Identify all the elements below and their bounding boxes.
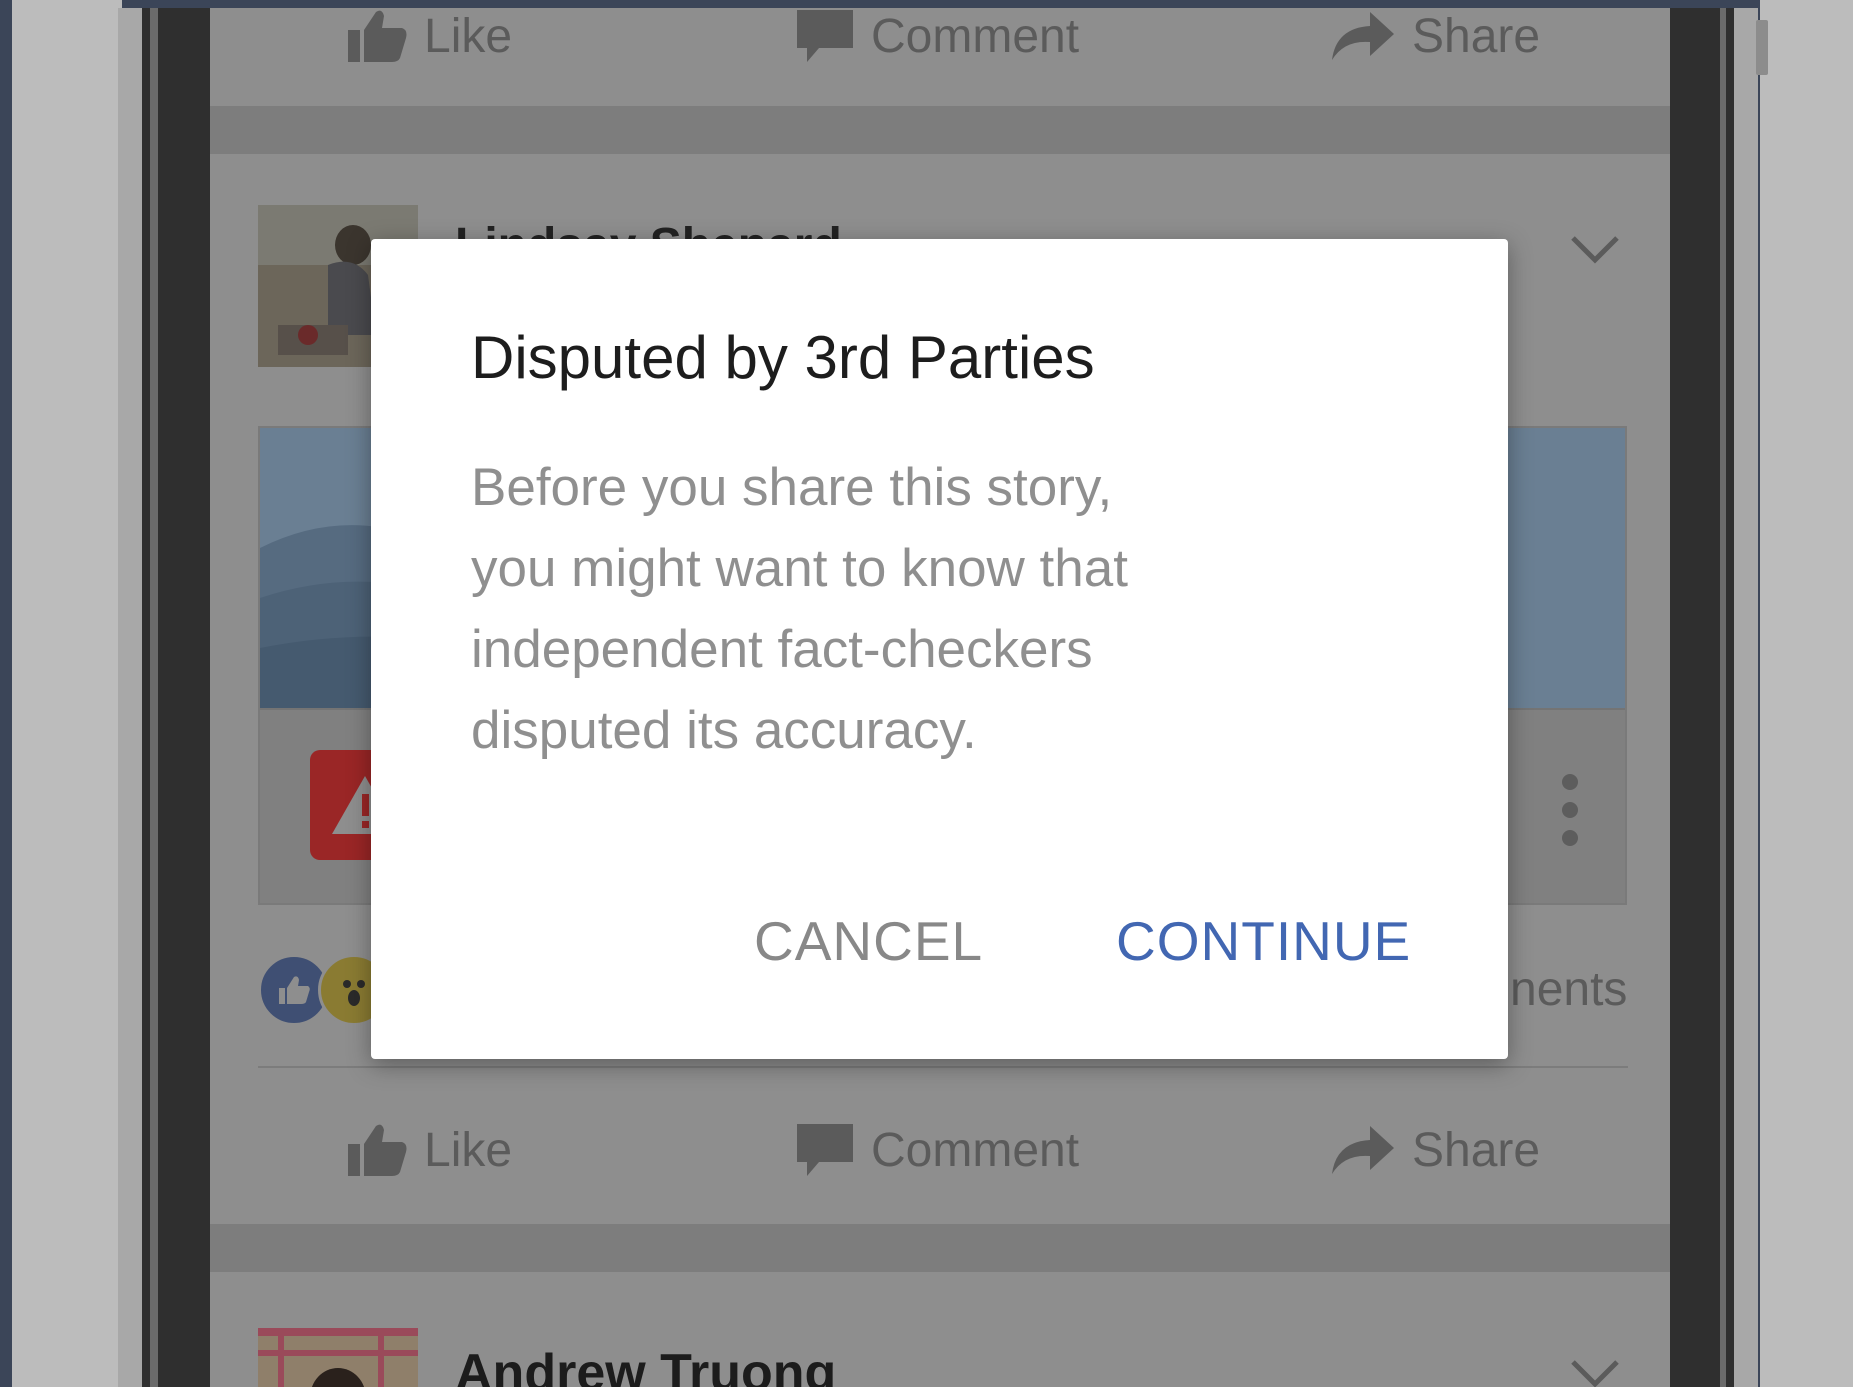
comment-button[interactable]: Comment bbox=[795, 1110, 1079, 1190]
chevron-down-icon bbox=[1571, 236, 1619, 264]
thumbs-up-icon bbox=[348, 1124, 407, 1176]
comments-count[interactable]: nents bbox=[1510, 962, 1627, 1017]
comment-label: Comment bbox=[871, 9, 1080, 63]
dialog-message-line: independent fact-checkers bbox=[471, 620, 1093, 679]
feed-separator bbox=[210, 106, 1670, 154]
post-action-bar: Like Comment Share bbox=[210, 1110, 1670, 1190]
avatar-photo bbox=[258, 1328, 418, 1387]
divider bbox=[258, 1066, 1628, 1068]
dialog-message-line: you might want to know that bbox=[471, 539, 1128, 598]
continue-button[interactable]: CONTINUE bbox=[1116, 909, 1411, 973]
background-strip-left bbox=[0, 0, 12, 1387]
phone-bezel-edge bbox=[150, 8, 158, 1387]
backdrop-left bbox=[12, 0, 122, 1387]
background-strip-top bbox=[0, 0, 1853, 8]
like-label: Like bbox=[424, 9, 513, 63]
comment-bubble-icon bbox=[797, 10, 853, 62]
comment-bubble-icon bbox=[797, 1124, 853, 1176]
feed-separator bbox=[210, 1224, 1670, 1272]
share-arrow-icon bbox=[1332, 1126, 1394, 1174]
dialog-message: Before you share this story, you might w… bbox=[471, 447, 1251, 771]
top-action-bar: Like Comment Share bbox=[210, 8, 1670, 76]
kebab-menu-icon[interactable] bbox=[1560, 774, 1580, 858]
post-author[interactable]: Andrew Truong bbox=[455, 1343, 836, 1387]
share-arrow-icon bbox=[1332, 12, 1394, 60]
thumbs-up-icon bbox=[348, 10, 407, 63]
like-button[interactable]: Like bbox=[346, 8, 512, 76]
like-button[interactable]: Like bbox=[346, 1110, 512, 1190]
disputed-dialog: Disputed by 3rd Parties Before you share… bbox=[371, 239, 1508, 1059]
phone-side-button bbox=[1756, 20, 1768, 75]
cancel-button[interactable]: CANCEL bbox=[754, 909, 983, 973]
like-label: Like bbox=[424, 1123, 513, 1177]
post-options[interactable] bbox=[1570, 234, 1620, 269]
avatar[interactable] bbox=[258, 1328, 418, 1387]
phone-bezel-edge bbox=[1720, 8, 1726, 1387]
chevron-down-icon bbox=[1571, 1360, 1619, 1387]
comment-button[interactable]: Comment bbox=[795, 8, 1079, 76]
share-button[interactable]: Share bbox=[1330, 8, 1540, 76]
dialog-title: Disputed by 3rd Parties bbox=[471, 324, 1095, 391]
share-label: Share bbox=[1412, 1123, 1541, 1177]
share-button[interactable]: Share bbox=[1330, 1110, 1540, 1190]
comment-label: Comment bbox=[871, 1123, 1080, 1177]
dialog-message-line: Before you share this story, bbox=[471, 458, 1113, 517]
share-label: Share bbox=[1412, 9, 1541, 63]
post-options[interactable] bbox=[1570, 1358, 1620, 1387]
backdrop-right bbox=[1760, 0, 1853, 1387]
dialog-message-line: disputed its accuracy. bbox=[471, 701, 977, 760]
